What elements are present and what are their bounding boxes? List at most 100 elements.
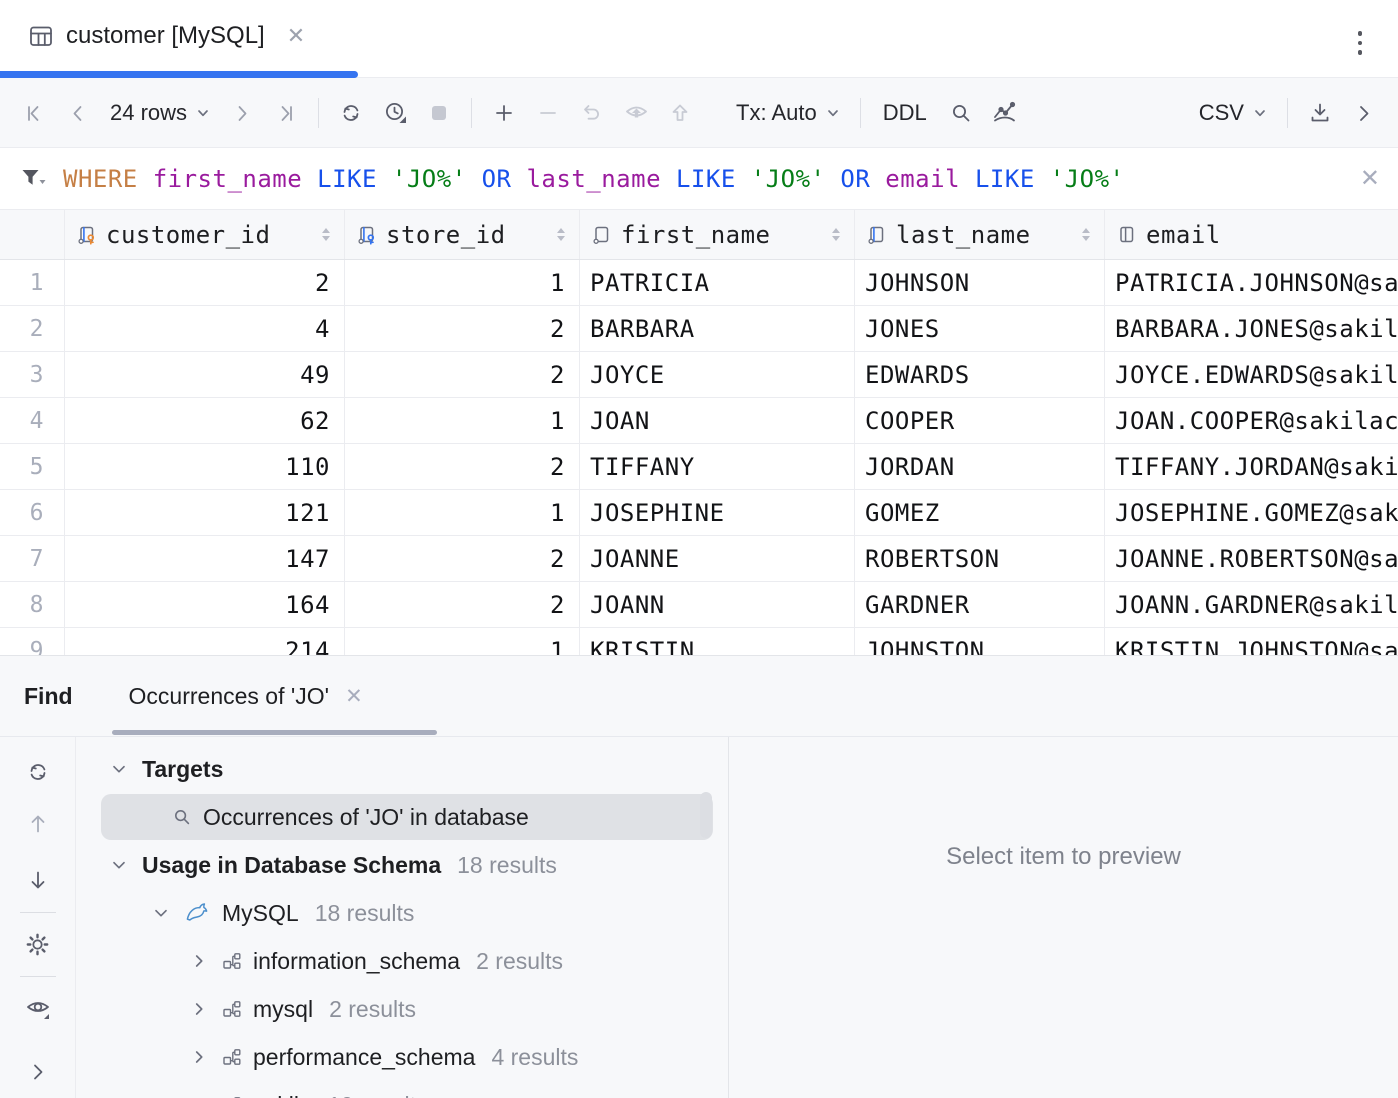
- table-cell[interactable]: 4: [65, 306, 345, 352]
- table-cell[interactable]: KRISTIN.JOHNSTON@sa: [1105, 628, 1398, 655]
- table-cell[interactable]: 1: [345, 398, 580, 444]
- close-icon[interactable]: ✕: [345, 686, 363, 707]
- export-data-button[interactable]: [1298, 91, 1342, 135]
- chevron-right-icon[interactable]: [190, 1048, 208, 1066]
- tab-customer-mysql[interactable]: customer [MySQL] ✕: [28, 22, 305, 50]
- table-cell[interactable]: 49: [65, 352, 345, 398]
- more-options-kebab-icon[interactable]: [1354, 27, 1367, 59]
- table-cell[interactable]: EDWARDS: [855, 352, 1105, 398]
- table-cell[interactable]: JOANNE: [580, 536, 855, 582]
- filter-bar[interactable]: WHERE first_name LIKE 'JO%' OR last_name…: [0, 148, 1398, 210]
- table-cell[interactable]: JOANNE.ROBERTSON@sa: [1105, 536, 1398, 582]
- delete-row-button[interactable]: [526, 91, 570, 135]
- table-cell[interactable]: JOANN: [580, 582, 855, 628]
- table-cell[interactable]: 1: [345, 628, 580, 655]
- last-page-button[interactable]: [264, 91, 308, 135]
- sort-indicator[interactable]: [1082, 228, 1090, 241]
- table-cell[interactable]: GARDNER: [855, 582, 1105, 628]
- table-cell[interactable]: 2: [345, 536, 580, 582]
- chevron-down-icon[interactable]: [110, 760, 128, 778]
- table-cell[interactable]: JOAN: [580, 398, 855, 444]
- next-page-button[interactable]: [220, 91, 264, 135]
- column-header-customer-id[interactable]: customer_id: [65, 210, 345, 259]
- add-row-button[interactable]: [482, 91, 526, 135]
- ddl-button[interactable]: DDL: [871, 100, 939, 126]
- table-cell[interactable]: ROBERTSON: [855, 536, 1105, 582]
- next-occurrence-button[interactable]: [23, 865, 53, 895]
- sort-indicator[interactable]: [832, 228, 840, 241]
- row-number-cell[interactable]: 7: [0, 536, 65, 582]
- toolbar-overflow-button[interactable]: [1342, 91, 1386, 135]
- find-results-tab[interactable]: Occurrences of 'JO' ✕: [129, 683, 363, 710]
- table-cell[interactable]: JOYCE: [580, 352, 855, 398]
- open-chart-button[interactable]: [983, 91, 1027, 135]
- table-cell[interactable]: 2: [345, 582, 580, 628]
- table-cell[interactable]: 121: [65, 490, 345, 536]
- expand-rail-button[interactable]: [23, 1057, 53, 1087]
- table-cell[interactable]: 1: [345, 490, 580, 536]
- table-cell[interactable]: 214: [65, 628, 345, 655]
- row-number-cell[interactable]: 2: [0, 306, 65, 352]
- refresh-search-button[interactable]: [23, 757, 53, 787]
- chevron-right-icon[interactable]: [190, 952, 208, 970]
- previous-occurrence-button[interactable]: [23, 809, 53, 839]
- sort-indicator[interactable]: [557, 228, 565, 241]
- chevron-down-icon[interactable]: [152, 904, 170, 922]
- table-cell[interactable]: PATRICIA: [580, 260, 855, 306]
- table-cell[interactable]: BARBARA.JONES@sakil: [1105, 306, 1398, 352]
- tree-item-mysql[interactable]: MySQL18 results: [76, 889, 728, 937]
- tree-item-usage-in-database-schema[interactable]: Usage in Database Schema18 results: [76, 841, 728, 889]
- row-number-cell[interactable]: 5: [0, 444, 65, 490]
- close-icon[interactable]: ✕: [287, 25, 305, 47]
- tree-item-targets[interactable]: Targets: [76, 745, 728, 793]
- table-cell[interactable]: JOHNSON: [855, 260, 1105, 306]
- revert-changes-button[interactable]: [570, 91, 614, 135]
- first-page-button[interactable]: [12, 91, 56, 135]
- column-header-email[interactable]: email: [1105, 210, 1398, 259]
- reload-button[interactable]: [329, 91, 373, 135]
- table-cell[interactable]: JOSEPHINE.GOMEZ@sak: [1105, 490, 1398, 536]
- grid-corner-cell[interactable]: [0, 210, 65, 259]
- chevron-down-icon[interactable]: [110, 856, 128, 874]
- previous-page-button[interactable]: [56, 91, 100, 135]
- table-cell[interactable]: 2: [345, 352, 580, 398]
- submit-button[interactable]: [658, 91, 702, 135]
- row-number-cell[interactable]: 6: [0, 490, 65, 536]
- tree-item-mysql[interactable]: mysql2 results: [76, 985, 728, 1033]
- table-cell[interactable]: TIFFANY.JORDAN@saki: [1105, 444, 1398, 490]
- chevron-right-icon[interactable]: [190, 1000, 208, 1018]
- query-history-button[interactable]: [373, 91, 417, 135]
- column-header-last-name[interactable]: last_name: [855, 210, 1105, 259]
- stop-button[interactable]: [417, 91, 461, 135]
- table-cell[interactable]: 2: [65, 260, 345, 306]
- column-header-store-id[interactable]: store_id: [345, 210, 580, 259]
- tree-item-occurrences-of-jo-in-database[interactable]: Occurrences of 'JO' in database: [101, 794, 713, 840]
- tree-item-performance-schema[interactable]: performance_schema4 results: [76, 1033, 728, 1081]
- table-cell[interactable]: 1: [345, 260, 580, 306]
- table-cell[interactable]: 2: [345, 444, 580, 490]
- table-cell[interactable]: JOHNSTON: [855, 628, 1105, 655]
- table-cell[interactable]: JOAN.COOPER@sakilac: [1105, 398, 1398, 444]
- table-cell[interactable]: JOSEPHINE: [580, 490, 855, 536]
- filter-expression[interactable]: WHERE first_name LIKE 'JO%' OR last_name…: [63, 165, 1124, 193]
- row-number-cell[interactable]: 4: [0, 398, 65, 444]
- tree-item-information-schema[interactable]: information_schema2 results: [76, 937, 728, 985]
- view-options-button[interactable]: [23, 993, 53, 1023]
- table-cell[interactable]: 110: [65, 444, 345, 490]
- sort-indicator[interactable]: [322, 228, 330, 241]
- tree-item-sakila[interactable]: sakila10 results: [76, 1081, 728, 1098]
- table-cell[interactable]: PATRICIA.JOHNSON@sa: [1105, 260, 1398, 306]
- table-cell[interactable]: JORDAN: [855, 444, 1105, 490]
- filter-funnel-icon[interactable]: [20, 167, 47, 191]
- table-cell[interactable]: COOPER: [855, 398, 1105, 444]
- table-cell[interactable]: 147: [65, 536, 345, 582]
- table-cell[interactable]: TIFFANY: [580, 444, 855, 490]
- settings-button[interactable]: [23, 929, 53, 959]
- table-cell[interactable]: JOYCE.EDWARDS@sakil: [1105, 352, 1398, 398]
- row-number-cell[interactable]: 1: [0, 260, 65, 306]
- table-cell[interactable]: BARBARA: [580, 306, 855, 352]
- table-cell[interactable]: JOANN.GARDNER@sakil: [1105, 582, 1398, 628]
- find-in-grid-button[interactable]: [939, 91, 983, 135]
- table-cell[interactable]: 62: [65, 398, 345, 444]
- table-cell[interactable]: JONES: [855, 306, 1105, 352]
